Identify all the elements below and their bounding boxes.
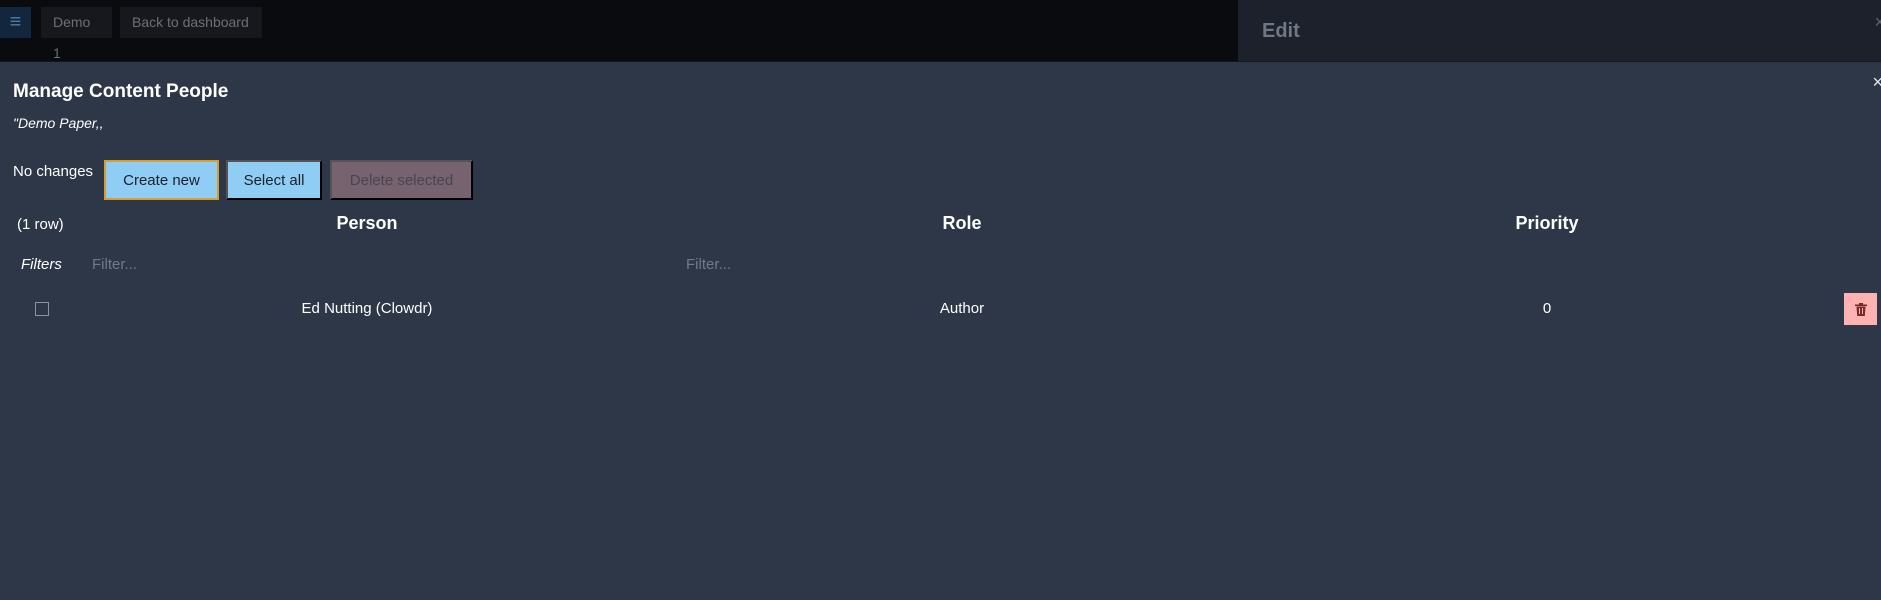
trash-icon <box>1854 302 1867 316</box>
edit-panel-header: Edit × <box>1238 0 1881 62</box>
change-status: No changes <box>13 163 94 180</box>
delete-row-button[interactable] <box>1844 293 1877 325</box>
cell-priority[interactable]: 0 <box>1543 300 1551 317</box>
row-select-checkbox[interactable] <box>35 302 49 316</box>
column-header-person[interactable]: Person <box>336 213 397 234</box>
app-top-bar: ≡ Demo 1 Back to dashboard <box>0 0 1238 62</box>
cell-role[interactable]: Author <box>940 300 984 317</box>
person-filter-input[interactable] <box>92 253 652 275</box>
column-header-priority[interactable]: Priority <box>1515 213 1578 234</box>
demo-button[interactable]: Demo 1 <box>41 7 112 61</box>
menu-icon[interactable]: ≡ <box>0 7 31 38</box>
cell-person[interactable]: Ed Nutting (Clowdr) <box>302 300 433 317</box>
filters-label: Filters <box>21 256 62 273</box>
back-to-dashboard-button[interactable]: Back to dashboard <box>120 7 262 38</box>
select-all-button[interactable]: Select all <box>226 160 322 200</box>
close-icon[interactable]: × <box>1872 72 1881 93</box>
edit-panel-title: Edit <box>1262 20 1300 42</box>
create-new-button[interactable]: Create new <box>104 160 219 200</box>
content-item-subtitle: "Demo Paper,, <box>13 115 104 131</box>
page-title: Manage Content People <box>13 81 229 102</box>
delete-selected-button[interactable]: Delete selected <box>330 160 473 200</box>
close-icon[interactable]: × <box>1874 12 1881 33</box>
column-header-role[interactable]: Role <box>942 213 981 234</box>
role-filter-input[interactable] <box>686 253 1246 275</box>
row-count: (1 row) <box>17 216 64 233</box>
